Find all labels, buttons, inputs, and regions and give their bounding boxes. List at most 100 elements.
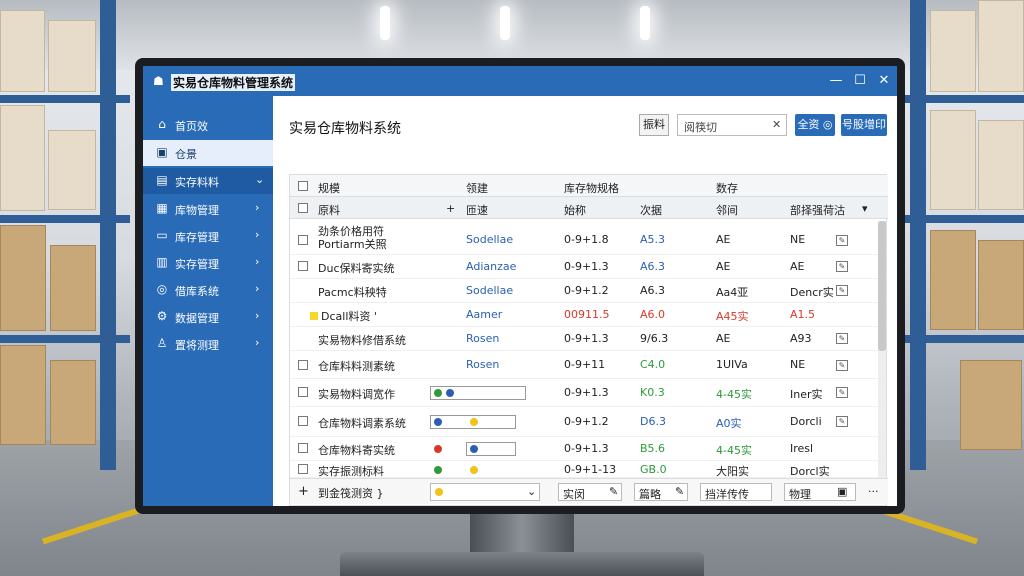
row-checkbox[interactable] [298, 387, 308, 397]
footer-label: 到金筏测资 } [318, 487, 384, 500]
status: AE [790, 260, 805, 273]
monitor-base [340, 552, 704, 576]
ceiling-light [500, 6, 510, 40]
clear-icon[interactable]: ✕ [772, 118, 781, 131]
footer-field[interactable]: 挡洋传传 [700, 483, 772, 501]
footer-field[interactable]: 篇略 ✎ [634, 483, 688, 501]
location: AE [716, 233, 731, 246]
table-header-primary: 规模 领建 库存物规格 数存 [290, 175, 888, 197]
material-category: Rosen [466, 332, 500, 345]
footer-field[interactable]: 实闵 ✎ [558, 483, 622, 501]
row-checkbox[interactable] [298, 235, 308, 245]
material-code: 0-9+1.2 [564, 284, 609, 297]
footer-select[interactable]: ⌄ [430, 483, 540, 501]
more-icon[interactable]: ··· [868, 485, 879, 498]
add-column-icon[interactable]: + [446, 202, 455, 215]
table-scrollbar[interactable] [878, 221, 886, 491]
edit-icon[interactable]: ✎ [836, 416, 848, 427]
table-row[interactable]: 实易物料修借系统 Rosen 0-9+1.3 9/6.3 AE A93 ✎ [290, 327, 888, 351]
color-tag-field[interactable] [430, 386, 526, 400]
close-button[interactable]: ✕ [875, 72, 893, 90]
edit-icon[interactable]: ✎ [836, 285, 848, 296]
table-row[interactable]: 实存振测标料 0-9+1-13 GB.0 大阳实 Dorcl实 [290, 461, 888, 478]
minimize-button[interactable]: — [827, 72, 845, 90]
table-row[interactable]: Duc保料寄实统 Adianzae 0-9+1.3 A6.3 AE AE ✎ [290, 255, 888, 279]
chevron-right-icon: › [255, 255, 260, 268]
table-row[interactable]: 仓库物料寄实统 0-9+1.3 B5.6 4-45实 Iresl [290, 437, 888, 461]
stock-value: GB.0 [640, 463, 667, 476]
scrollbar-thumb[interactable] [878, 221, 886, 351]
table-row[interactable]: Dcall料资 ' Aamer 00911.5 A6.0 A45实 A1.5 [290, 303, 888, 327]
material-name: 实存振测标料 [318, 465, 384, 478]
sidebar-item-inventory[interactable]: ▦ 库物管理 › [143, 196, 273, 222]
window-title: 实易仓库物料管理系统 [171, 74, 296, 91]
green-status-icon [434, 389, 442, 397]
material-name: 仓库物料调素系统 [318, 417, 406, 430]
row-checkbox[interactable] [298, 360, 308, 370]
column-header[interactable]: 库存物规格 [564, 180, 619, 196]
edit-icon[interactable]: ✎ [836, 387, 848, 398]
sidebar-item-data[interactable]: ⚙ 数据管理 › [143, 304, 273, 330]
column-header[interactable]: 原料 [318, 202, 340, 218]
stock-value: A6.0 [640, 308, 666, 321]
column-header[interactable]: 数存 [716, 180, 738, 196]
maximize-button[interactable]: ☐ [851, 72, 869, 90]
table-row[interactable]: 仓库料料测素统 Rosen 0-9+11 C4.0 1UIVa NE ✎ [290, 353, 888, 379]
stock-value: A6.3 [640, 284, 666, 297]
column-header[interactable]: 部择强荷沽 [790, 202, 845, 218]
shelf-rack-right [894, 0, 1024, 470]
footer-field[interactable]: 物理 ▣ [784, 483, 856, 501]
table-row[interactable]: 劲条价格用符 Portiarm关照 Sodellae 0-9+1.8 A5.3 … [290, 221, 888, 255]
row-checkbox[interactable] [298, 464, 308, 474]
sort-icon[interactable]: ▾ [862, 202, 868, 215]
select-all-button[interactable]: 全资 ◎ [795, 114, 835, 136]
column-header[interactable]: 规模 [318, 180, 340, 196]
table-row[interactable]: Pacmc料秧特 Sodellae 0-9+1.2 A6.3 Aa4亚 Denc… [290, 279, 888, 303]
table-row[interactable]: 仓库物料调素系统 0-9+1.2 D6.3 A0实 Dorcli ✎ [290, 407, 888, 437]
search-input[interactable]: 阅筷切 ✕ [677, 114, 787, 136]
sidebar-item-warehouse[interactable]: ▣ 仓景 [143, 140, 273, 166]
row-checkbox[interactable] [298, 443, 308, 453]
location: A0实 [716, 417, 742, 430]
sidebar-item-user[interactable]: ♙ 置将测理 › [143, 331, 273, 357]
edit-icon[interactable]: ✎ [836, 261, 848, 272]
yellow-status-icon [470, 466, 478, 474]
search-value: 阅筷切 [684, 121, 717, 134]
row-checkbox[interactable] [298, 203, 308, 213]
sidebar-item-label: 借库系统 [175, 285, 219, 298]
material-code: 0-9+1.3 [564, 386, 609, 399]
table-row[interactable]: 实易物料调宽作 0-9+1.3 K0.3 4-45实 Iner实 ✎ [290, 379, 888, 407]
material-category: Adianzae [466, 260, 517, 273]
column-header[interactable]: 次据 [640, 202, 662, 218]
stock-value: A6.3 [640, 260, 666, 273]
sidebar-item-home[interactable]: ⌂ 首页效 [143, 112, 273, 138]
column-header[interactable]: 匝速 [466, 202, 488, 218]
sidebar-item-materials[interactable]: ▤ 实存料料 ⌄ [143, 168, 273, 194]
edit-icon[interactable]: ✎ [836, 333, 848, 344]
location: 1UIVa [716, 358, 748, 371]
column-header[interactable]: 邻间 [716, 202, 738, 218]
column-header[interactable]: 始称 [564, 202, 586, 218]
warehouse-icon: ▣ [156, 145, 168, 159]
sidebar-item-label: 库物管理 [175, 204, 219, 217]
row-checkbox[interactable] [298, 261, 308, 271]
material-name: 仓库料料测素统 [318, 360, 395, 373]
select-all-checkbox[interactable] [298, 181, 308, 191]
edit-icon[interactable]: ✎ [836, 235, 848, 246]
sidebar-item-lending[interactable]: ◎ 借库系统 › [143, 277, 273, 303]
ceiling-light [640, 6, 650, 40]
filter-button[interactable]: 振料 [639, 114, 669, 136]
sidebar-item-storage[interactable]: ▥ 实存管理 › [143, 250, 273, 276]
edit-icon[interactable]: ✎ [836, 360, 848, 371]
material-name: 实易物料调宽作 [318, 388, 395, 401]
material-code: 0-9+1.3 [564, 260, 609, 273]
status: Dorcl实 [790, 465, 830, 478]
row-checkbox[interactable] [298, 416, 308, 426]
sidebar-item-stock[interactable]: ▭ 库存管理 › [143, 223, 273, 249]
add-row-button[interactable]: + [298, 484, 309, 499]
location: AE [716, 332, 731, 345]
material-code: 00911.5 [564, 308, 610, 321]
edit-icon: ✎ [609, 485, 619, 498]
column-header[interactable]: 领建 [466, 180, 488, 196]
export-button[interactable]: 号股增印 [841, 114, 887, 136]
